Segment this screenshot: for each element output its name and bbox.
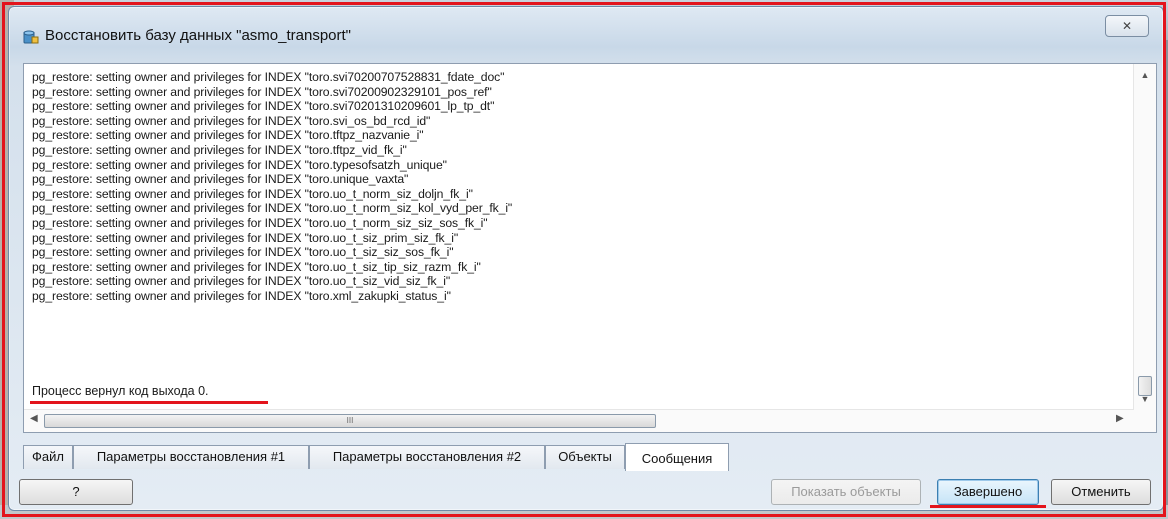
restore-dialog: Восстановить базу данных "asmo_transport… [8, 6, 1164, 511]
vertical-scrollbar[interactable]: ▲ ▼ [1133, 64, 1156, 432]
log-line: pg_restore: setting owner and privileges… [32, 172, 409, 187]
log-line: pg_restore: setting owner and privileges… [32, 245, 454, 260]
cancel-button[interactable]: Отменить [1051, 479, 1151, 505]
log-line: pg_restore: setting owner and privileges… [32, 215, 488, 230]
window-title: Восстановить базу данных "asmo_transport… [45, 27, 351, 44]
tab-file[interactable]: Файл [23, 445, 73, 469]
log-lines: pg_restore: setting owner and privileges… [32, 70, 1116, 304]
vertical-scroll-thumb[interactable] [1138, 376, 1152, 396]
tab-objects[interactable]: Объекты [545, 445, 625, 469]
log-line: pg_restore: setting owner and privileges… [32, 201, 513, 216]
database-restore-icon [23, 30, 39, 44]
log-line: pg_restore: setting owner and privileges… [32, 142, 407, 157]
messages-log[interactable]: pg_restore: setting owner and privileges… [23, 63, 1157, 433]
help-button[interactable]: ? [19, 479, 133, 505]
log-line: pg_restore: setting owner and privileges… [32, 186, 473, 201]
log-line: pg_restore: setting owner and privileges… [32, 259, 481, 274]
log-line: pg_restore: setting owner and privileges… [32, 113, 431, 128]
horizontal-scroll-thumb[interactable]: III [44, 414, 656, 428]
log-line: pg_restore: setting owner and privileges… [32, 274, 451, 289]
scroll-right-icon[interactable]: ▶ [1116, 413, 1124, 424]
close-button[interactable]: ✕ [1105, 15, 1149, 37]
log-line: pg_restore: setting owner and privileges… [32, 230, 459, 245]
exit-code-message: Процесс вернул код выхода 0. [32, 384, 209, 398]
scroll-left-icon[interactable]: ◀ [30, 413, 38, 424]
show-objects-button[interactable]: Показать объекты [771, 479, 921, 505]
horizontal-scrollbar[interactable]: ◀ III ▶ [24, 409, 1134, 432]
red-annotation-underline [30, 401, 268, 404]
log-line: pg_restore: setting owner and privileges… [32, 288, 451, 303]
tab-restore-options-1[interactable]: Параметры восстановления #1 [73, 445, 309, 469]
log-line: pg_restore: setting owner and privileges… [32, 70, 505, 84]
tab-restore-options-2[interactable]: Параметры восстановления #2 [309, 445, 545, 469]
log-line: pg_restore: setting owner and privileges… [32, 157, 447, 172]
log-line: pg_restore: setting owner and privileges… [32, 99, 495, 114]
tab-messages[interactable]: Сообщения [625, 443, 729, 471]
red-annotation-underline-done [930, 505, 1046, 508]
scroll-down-icon[interactable]: ▼ [1134, 394, 1156, 404]
scroll-up-icon[interactable]: ▲ [1134, 70, 1156, 80]
log-line: pg_restore: setting owner and privileges… [32, 128, 424, 143]
done-button[interactable]: Завершено [937, 479, 1039, 505]
log-line: pg_restore: setting owner and privileges… [32, 84, 492, 99]
title-bar[interactable]: Восстановить базу данных "asmo_transport… [9, 7, 1163, 57]
